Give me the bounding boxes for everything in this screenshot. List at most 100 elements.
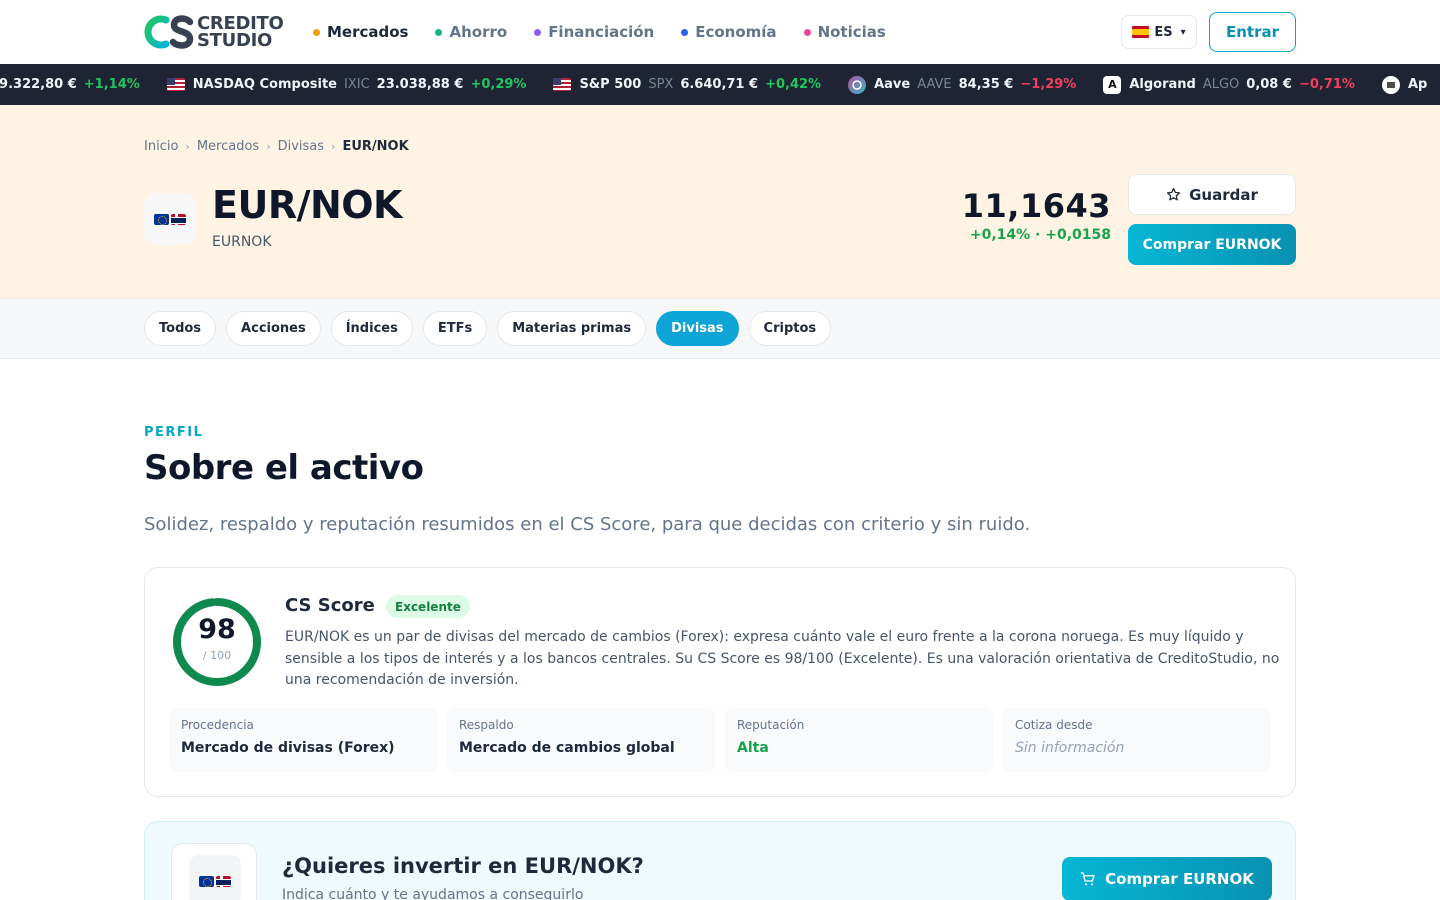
ticker-price: 19.322,80 €	[0, 77, 77, 92]
logo-line-2: STUDIO	[197, 30, 272, 51]
language-selector[interactable]: ES ▾	[1121, 15, 1197, 49]
ticker-symbol: AAVE	[917, 77, 952, 92]
ticker-price: 6.640,71 €	[680, 77, 759, 92]
cs-logo-icon	[144, 15, 194, 49]
asset-hero: Inicio › Mercados › Divisas › EUR/NOK EU…	[0, 105, 1440, 298]
ticker-item[interactable]: Ap	[1381, 75, 1434, 94]
cta-subtitle: Indica cuánto y te ayudamos a conseguirl…	[282, 887, 584, 900]
nav-dot	[313, 28, 320, 36]
ticker-track: 19.322,80 € +1,14% NASDAQ Composite IXIC…	[0, 64, 1440, 105]
stat-label: Cotiza desde	[1015, 718, 1093, 732]
breadcrumb: Inicio › Mercados › Divisas › EUR/NOK	[144, 139, 409, 154]
cta-asset-logo-inner	[189, 855, 241, 900]
nav-item-noticias[interactable]: Noticias	[803, 21, 886, 43]
score-badge: Excelente	[386, 595, 470, 618]
aave-icon	[848, 75, 867, 94]
chip-acciones[interactable]: Acciones	[226, 311, 321, 346]
eu-flag-icon	[199, 875, 214, 887]
breadcrumb-separator-icon: ›	[266, 140, 271, 153]
chip-criptos[interactable]: Criptos	[748, 311, 832, 346]
chip-divisas[interactable]: Divisas	[656, 311, 739, 346]
ticker-symbol: SPX	[648, 77, 674, 92]
section-title: Sobre el activo	[144, 448, 424, 488]
buy-button[interactable]: Comprar EURNOK	[1128, 224, 1296, 265]
score-stats: Procedencia Mercado de divisas (Forex) R…	[169, 708, 1272, 772]
chip-todos[interactable]: Todos	[144, 311, 217, 346]
main-nav: Mercados Ahorro Financiación Economía No…	[313, 21, 913, 43]
save-button-label: Guardar	[1189, 185, 1258, 204]
aave-glyph	[852, 79, 862, 90]
nav-item-mercados[interactable]: Mercados	[313, 21, 408, 43]
nav-label: Financiación	[548, 23, 655, 41]
nav-dot	[803, 28, 811, 36]
stat-procedencia: Procedencia Mercado de divisas (Forex)	[169, 708, 437, 772]
asset-title: EUR/NOK	[212, 183, 403, 227]
invest-cta-card: ¿Quieres invertir en EUR/NOK? Indica cuá…	[144, 821, 1296, 900]
ticker-item[interactable]: NASDAQ Composite IXIC 23.038,88 € +0,29%	[166, 77, 527, 92]
nav-label: Noticias	[817, 23, 886, 41]
stat-value: Mercado de divisas (Forex)	[181, 740, 395, 756]
stat-value: Alta	[737, 740, 769, 756]
ticker-item[interactable]: 19.322,80 € +1,14%	[0, 77, 140, 92]
market-ticker: 19.322,80 € +1,14% NASDAQ Composite IXIC…	[0, 64, 1440, 105]
us-flag-icon	[553, 78, 572, 91]
cta-buy-label: Comprar EURNOK	[1105, 870, 1254, 888]
category-filter-bar: Todos Acciones Índices ETFs Materias pri…	[0, 298, 1440, 359]
ticker-change: +0,29%	[470, 77, 527, 92]
cta-asset-logo	[171, 843, 257, 900]
ticker-item[interactable]: Aave AAVE 84,35 € −1,29%	[848, 75, 1077, 94]
coin-icon	[1381, 75, 1400, 94]
norway-flag-icon	[171, 213, 186, 225]
stat-value: Sin información	[1015, 740, 1125, 756]
stat-value: Mercado de cambios global	[459, 740, 675, 756]
asset-logo	[144, 193, 196, 245]
nav-dot	[534, 28, 542, 36]
ticker-change: +1,14%	[83, 77, 140, 92]
spain-flag-icon	[1132, 26, 1150, 38]
chip-etfs[interactable]: ETFs	[422, 311, 488, 346]
score-description: EUR/NOK es un par de divisas del mercado…	[285, 629, 1280, 688]
login-button[interactable]: Entrar	[1209, 12, 1296, 52]
stat-cotiza-desde: Cotiza desde Sin información	[1003, 708, 1271, 772]
asset-symbol: EURNOK	[212, 234, 272, 250]
asset-change: +0,14% · +0,0158	[969, 227, 1111, 243]
nav-item-financiacion[interactable]: Financiación	[534, 21, 654, 43]
asset-price: 11,1643	[961, 187, 1111, 225]
ticker-name: Algorand	[1129, 77, 1196, 92]
star-icon	[1167, 187, 1181, 201]
ticker-change: −1,29%	[1020, 77, 1077, 92]
section-description: Solidez, respaldo y reputación resumidos…	[144, 514, 1031, 535]
save-button[interactable]: Guardar	[1128, 174, 1296, 215]
cta-buy-button[interactable]: Comprar EURNOK	[1062, 857, 1272, 900]
creditostudio-logo[interactable]: CREDITO STUDIO	[144, 13, 284, 51]
ticker-item[interactable]: S&P 500 SPX 6.640,71 € +0,42%	[553, 77, 821, 92]
score-value: 98	[198, 614, 236, 645]
nav-item-ahorro[interactable]: Ahorro	[435, 21, 507, 43]
chevron-down-icon: ▾	[1180, 26, 1186, 38]
category-chips: Todos Acciones Índices ETFs Materias pri…	[144, 311, 832, 346]
language-code: ES	[1154, 24, 1173, 40]
breadcrumb-link-mercados[interactable]: Mercados	[197, 139, 259, 154]
stat-label: Respaldo	[459, 718, 514, 732]
breadcrumb-link-inicio[interactable]: Inicio	[144, 139, 178, 154]
ticker-change: +0,42%	[765, 77, 822, 92]
stat-respaldo: Respaldo Mercado de cambios global	[447, 708, 715, 772]
ticker-price: 0,08 €	[1246, 77, 1292, 92]
eu-flag-icon	[154, 213, 169, 225]
ticker-name: Ap	[1407, 77, 1428, 92]
algorand-icon: A	[1103, 75, 1122, 94]
chip-indices[interactable]: Índices	[330, 311, 413, 346]
stat-label: Procedencia	[181, 718, 254, 732]
chip-materias-primas[interactable]: Materias primas	[497, 311, 647, 346]
cta-title: ¿Quieres invertir en EUR/NOK?	[282, 854, 644, 878]
ticker-name: Aave	[874, 77, 911, 92]
cart-icon	[1080, 872, 1095, 886]
breadcrumb-link-divisas[interactable]: Divisas	[278, 139, 324, 154]
ticker-symbol: IXIC	[344, 77, 370, 92]
stat-label: Reputación	[737, 718, 805, 732]
nav-item-economia[interactable]: Economía	[681, 21, 777, 43]
section-kicker: PERFIL	[144, 425, 204, 440]
norway-flag-icon	[216, 875, 231, 887]
ticker-item[interactable]: A Algorand ALGO 0,08 € −0,71%	[1103, 75, 1355, 94]
logo-wordmark: CREDITO STUDIO	[197, 15, 284, 51]
